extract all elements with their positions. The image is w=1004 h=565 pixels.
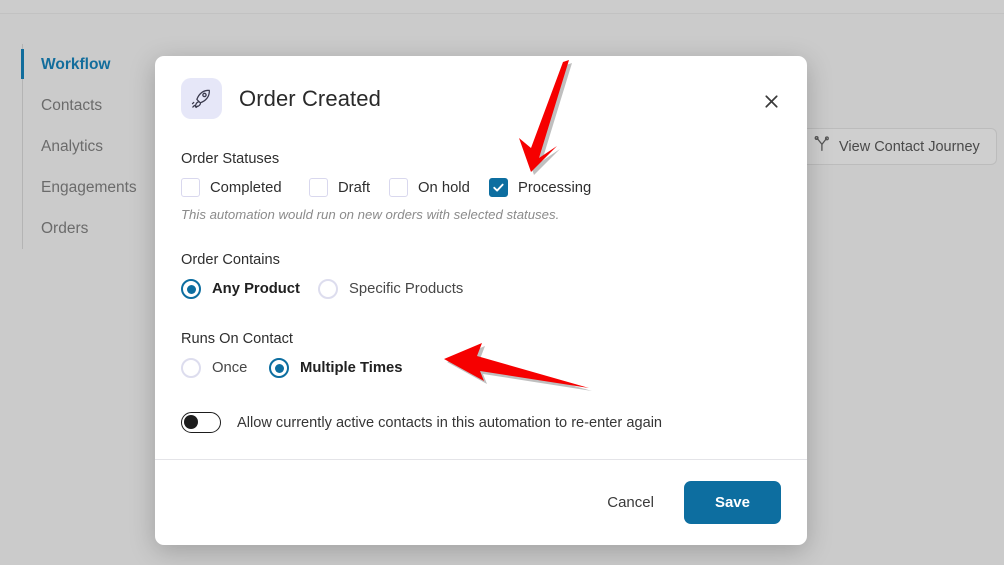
runs-on-contact-label: Runs On Contact (181, 331, 293, 347)
view-contact-journey-label: View Contact Journey (839, 138, 980, 155)
modal-title: Order Created (239, 85, 381, 111)
sidebar-item-label: Workflow (41, 56, 111, 73)
sidebar-item-engagements[interactable]: Engagements (23, 167, 153, 208)
save-button[interactable]: Save (683, 481, 781, 524)
checkbox-on-hold[interactable]: On hold (389, 178, 489, 197)
modal-footer: Cancel Save (155, 459, 807, 545)
cancel-button[interactable]: Cancel (601, 486, 660, 519)
radio-label: Once (212, 360, 248, 376)
modal-body: Order Statuses Completed Draft On hold P… (155, 125, 807, 459)
checkbox-box (489, 178, 508, 197)
radio-label: Multiple Times (300, 360, 403, 376)
checkbox-processing[interactable]: Processing (489, 178, 591, 197)
sidebar-item-label: Analytics (41, 138, 104, 155)
order-statuses-label: Order Statuses (181, 151, 280, 167)
close-icon[interactable] (756, 86, 786, 116)
toggle-knob (184, 415, 198, 429)
branch-journey-icon (814, 135, 830, 157)
view-contact-journey-button[interactable]: View Contact Journey (800, 128, 997, 165)
modal-header: Order Created (155, 56, 807, 125)
order-contains-options: Any Product Specific Products (181, 279, 781, 299)
reenter-toggle-label: Allow currently active contacts in this … (237, 414, 663, 431)
reenter-toggle[interactable] (181, 412, 221, 433)
app-window: Workflow Contacts Analytics Engagements … (0, 0, 1004, 565)
checkbox-draft[interactable]: Draft (309, 178, 389, 197)
rocket-icon (181, 78, 222, 119)
sidebar-item-workflow[interactable]: Workflow (21, 44, 153, 85)
checkbox-label: Processing (518, 179, 592, 196)
radio-any-product[interactable]: Any Product (181, 279, 318, 299)
sidebar-item-analytics[interactable]: Analytics (23, 126, 153, 167)
checkbox-box (181, 178, 200, 197)
checkbox-completed[interactable]: Completed (181, 178, 309, 197)
reenter-toggle-row: Allow currently active contacts in this … (181, 412, 781, 459)
radio-circle (181, 358, 201, 378)
order-statuses-help-text: This automation would run on new orders … (181, 207, 560, 222)
sidebar-item-label: Contacts (41, 97, 103, 114)
order-statuses-options: Completed Draft On hold Processing (181, 178, 781, 197)
sidebar-item-contacts[interactable]: Contacts (23, 85, 153, 126)
radio-specific-products[interactable]: Specific Products (318, 279, 463, 299)
sidebar-item-label: Orders (41, 220, 89, 237)
checkbox-box (389, 178, 408, 197)
radio-label: Any Product (212, 281, 300, 297)
sidebar-item-orders[interactable]: Orders (23, 208, 153, 249)
order-created-modal: Order Created Order Statuses Completed D… (155, 56, 807, 545)
runs-on-contact-options: Once Multiple Times (181, 358, 781, 378)
radio-once[interactable]: Once (181, 358, 269, 378)
radio-multiple-times[interactable]: Multiple Times (269, 358, 403, 378)
sidebar-item-label: Engagements (41, 179, 137, 196)
checkbox-box (309, 178, 328, 197)
radio-circle (269, 358, 289, 378)
sidebar-nav: Workflow Contacts Analytics Engagements … (21, 44, 153, 249)
checkbox-label: On hold (418, 179, 470, 196)
radio-circle (318, 279, 338, 299)
radio-label: Specific Products (349, 281, 464, 297)
order-contains-label: Order Contains (181, 252, 280, 268)
app-content-area: Workflow Contacts Analytics Engagements … (0, 15, 1004, 565)
checkbox-label: Draft (338, 179, 371, 196)
checkbox-label: Completed (210, 179, 282, 196)
window-top-strip (0, 0, 1004, 14)
radio-circle (181, 279, 201, 299)
